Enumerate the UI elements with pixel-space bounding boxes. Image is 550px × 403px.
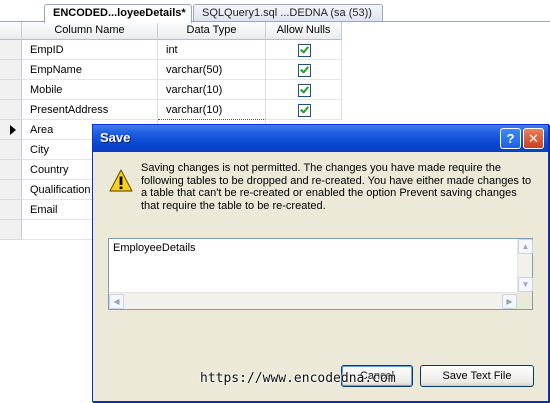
allow-nulls-checkbox[interactable]: [298, 84, 311, 97]
allow-nulls-checkbox[interactable]: [298, 64, 311, 77]
header-allow-nulls[interactable]: Allow Nulls: [266, 22, 342, 40]
data-type-cell[interactable]: varchar(10): [158, 80, 266, 100]
close-icon: ✕: [528, 131, 539, 146]
column-name-cell[interactable]: EmpName: [22, 60, 158, 80]
save-dialog: Save ? ✕ Saving changes is not permitted…: [92, 124, 549, 402]
row-selector[interactable]: [0, 200, 22, 220]
affected-tables-list[interactable]: EmployeeDetails ▲ ▼ ◀ ▶: [108, 238, 533, 310]
header-column-name[interactable]: Column Name: [22, 22, 158, 40]
row-selector[interactable]: [0, 140, 22, 160]
allow-nulls-cell: [266, 60, 342, 80]
help-icon: ?: [506, 131, 515, 146]
tab-sql-query[interactable]: SQLQuery1.sql ...DEDNA (sa (53)): [193, 4, 383, 22]
column-name-cell[interactable]: Mobile: [22, 80, 158, 100]
row-selector[interactable]: [0, 220, 22, 240]
scroll-right-icon[interactable]: ▶: [502, 294, 517, 309]
row-selector[interactable]: [0, 80, 22, 100]
current-row-arrow-icon: [10, 125, 16, 135]
watermark-text: https://www.encodedna.com: [200, 371, 396, 386]
checkmark-icon: [300, 84, 309, 94]
column-name-cell[interactable]: EmpID: [22, 40, 158, 60]
data-type-cell[interactable]: int: [158, 40, 266, 60]
allow-nulls-cell: [266, 100, 342, 120]
grid-header: Column Name Data Type Allow Nulls: [0, 22, 342, 40]
table-row[interactable]: PresentAddress varchar(10): [0, 100, 342, 120]
row-selector[interactable]: [0, 180, 22, 200]
checkmark-icon: [300, 44, 309, 54]
tab-employee-details[interactable]: ENCODED...loyeeDetails*: [44, 4, 192, 23]
row-selector[interactable]: [0, 120, 22, 140]
row-selector[interactable]: [0, 40, 22, 60]
table-row[interactable]: Mobile varchar(10): [0, 80, 342, 100]
row-selector[interactable]: [0, 100, 22, 120]
allow-nulls-cell: [266, 40, 342, 60]
column-name-cell[interactable]: PresentAddress: [22, 100, 158, 120]
scroll-up-icon[interactable]: ▲: [518, 239, 533, 254]
table-row[interactable]: EmpName varchar(50): [0, 60, 342, 80]
header-corner: [0, 22, 22, 40]
document-tab-strip: ENCODED...loyeeDetails* SQLQuery1.sql ..…: [0, 0, 550, 23]
scrollbar-corner: [517, 292, 532, 309]
table-row[interactable]: EmpID int: [0, 40, 342, 60]
checkmark-icon: [300, 64, 309, 74]
row-selector[interactable]: [0, 60, 22, 80]
list-item[interactable]: EmployeeDetails: [113, 242, 196, 254]
dialog-message: Saving changes is not permitted. The cha…: [141, 162, 532, 212]
header-data-type[interactable]: Data Type: [158, 22, 266, 40]
save-text-file-button[interactable]: Save Text File: [420, 365, 534, 387]
data-type-cell[interactable]: varchar(10): [158, 100, 266, 120]
scroll-left-icon[interactable]: ◀: [109, 294, 124, 309]
dialog-titlebar[interactable]: Save ? ✕: [93, 125, 548, 152]
row-selector[interactable]: [0, 160, 22, 180]
help-button[interactable]: ?: [500, 128, 521, 149]
allow-nulls-checkbox[interactable]: [298, 44, 311, 57]
horizontal-scrollbar[interactable]: ◀ ▶: [109, 292, 517, 309]
vertical-scrollbar[interactable]: ▲ ▼: [517, 239, 533, 292]
dialog-title: Save: [100, 130, 131, 145]
allow-nulls-cell: [266, 80, 342, 100]
data-type-cell[interactable]: varchar(50): [158, 60, 266, 80]
checkmark-icon: [300, 104, 309, 114]
allow-nulls-checkbox[interactable]: [298, 104, 311, 117]
close-button[interactable]: ✕: [523, 128, 544, 149]
warning-icon: [109, 169, 133, 192]
scroll-down-icon[interactable]: ▼: [518, 277, 533, 292]
